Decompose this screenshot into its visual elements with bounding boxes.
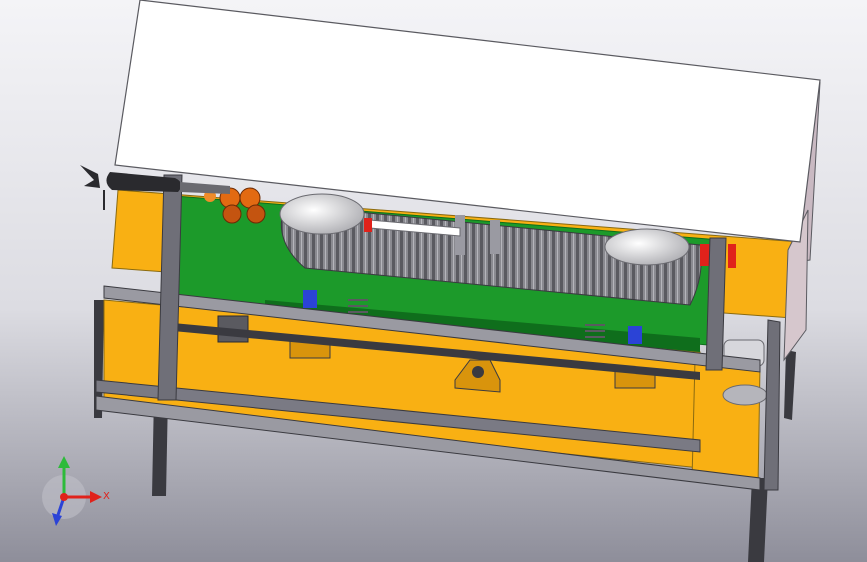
assembly-model[interactable]	[0, 0, 867, 562]
cad-3d-viewport[interactable]: X	[0, 0, 867, 562]
right-roller	[604, 228, 690, 266]
axis-x-label: X	[103, 491, 110, 502]
lower-yellow-plate-right	[691, 359, 761, 489]
left-roller	[279, 193, 365, 235]
